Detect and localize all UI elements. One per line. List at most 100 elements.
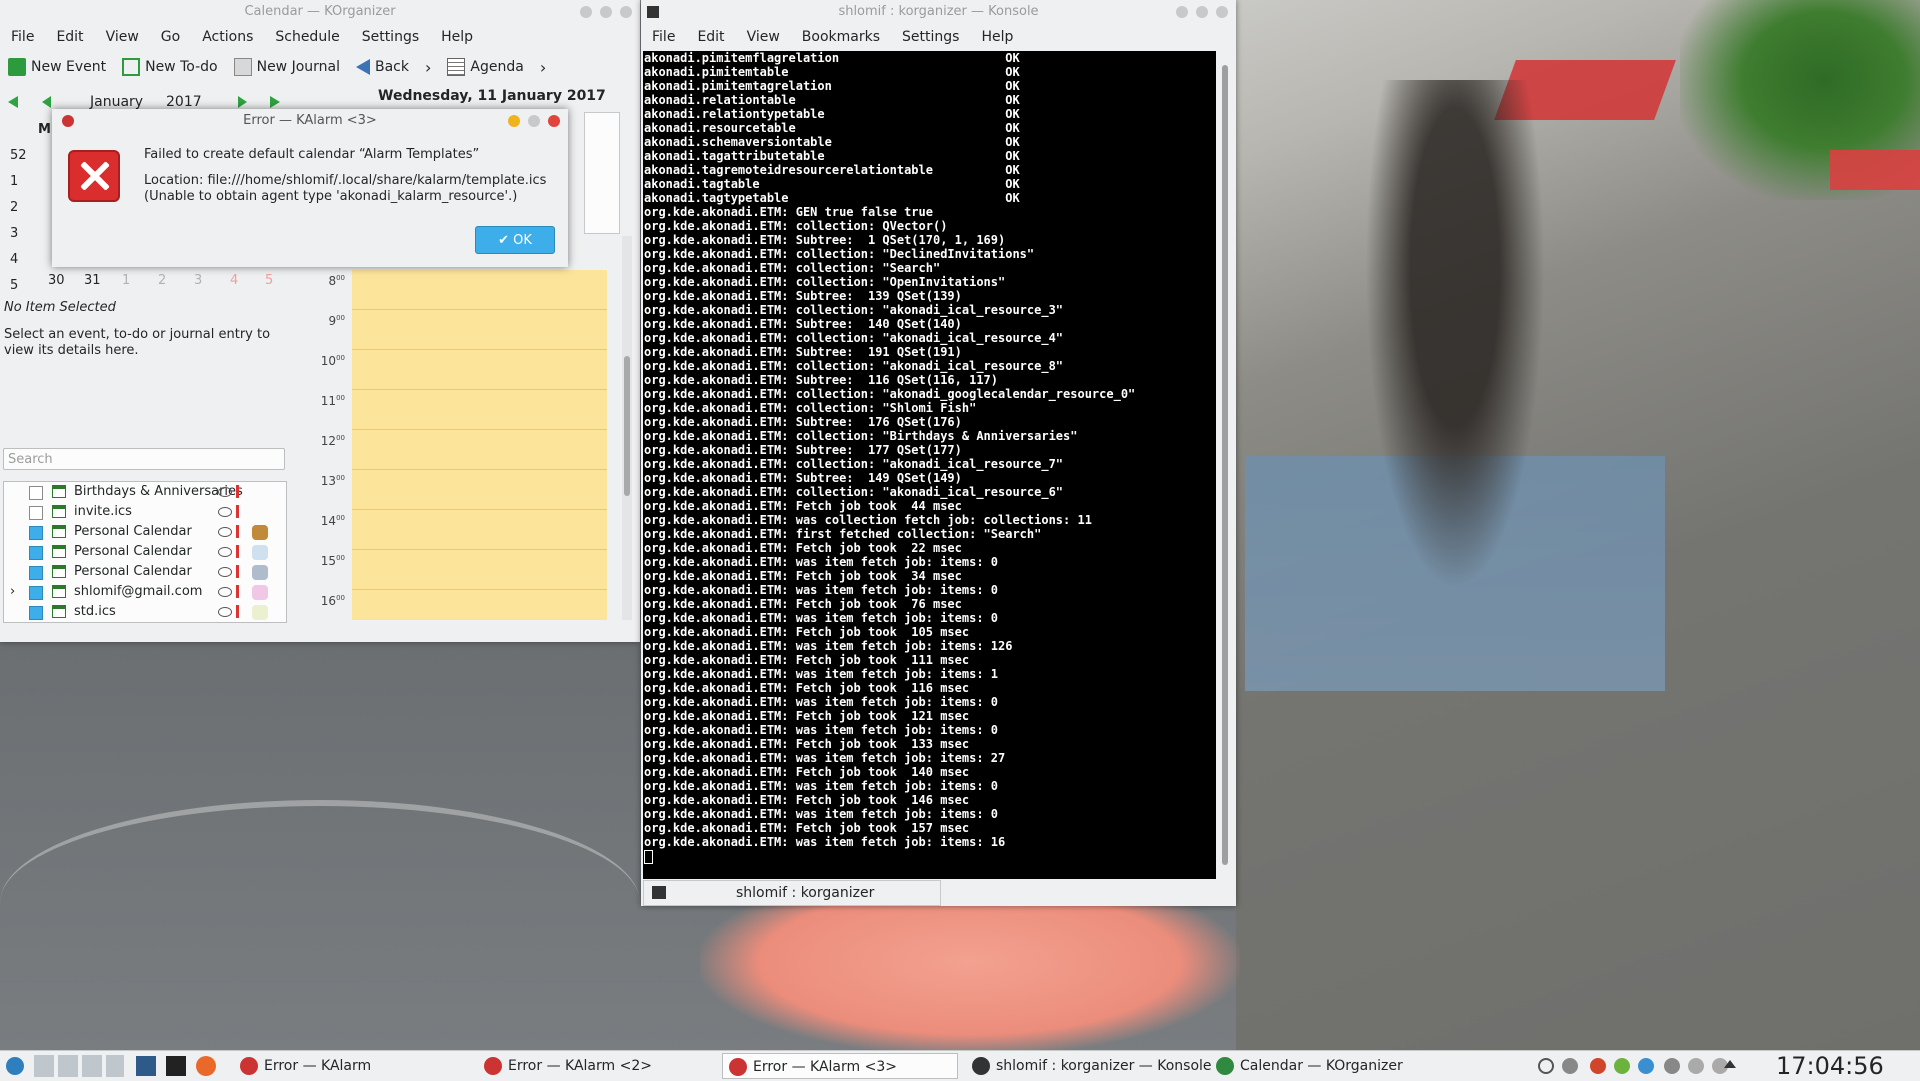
maximize-icon[interactable] xyxy=(1196,6,1208,18)
scrollbar-thumb[interactable] xyxy=(624,356,630,496)
calendar-color-swatch[interactable] xyxy=(252,525,268,540)
menu-item[interactable]: Go xyxy=(150,29,191,45)
scrollbar-thumb[interactable] xyxy=(1222,65,1228,865)
alarm-icon[interactable] xyxy=(236,585,239,598)
media-player-icon[interactable] xyxy=(1538,1058,1554,1074)
minimize-icon[interactable] xyxy=(1176,6,1188,18)
menu-item[interactable]: Edit xyxy=(45,29,94,45)
day-cell[interactable]: 2 xyxy=(158,273,166,288)
prev-year-icon[interactable] xyxy=(8,96,18,108)
alarm-icon[interactable] xyxy=(236,505,239,518)
calendar-checkbox[interactable] xyxy=(29,526,43,540)
menu-item[interactable]: Bookmarks xyxy=(791,29,891,45)
next-year-icon[interactable] xyxy=(270,96,280,108)
eye-icon[interactable] xyxy=(218,547,232,557)
next-month-icon[interactable] xyxy=(238,96,247,108)
day-cell[interactable]: 4 xyxy=(230,273,238,288)
new-event-button[interactable]: New Event xyxy=(0,52,114,82)
konsole-launcher-icon[interactable] xyxy=(166,1056,186,1076)
konsole-tab[interactable]: shlomif : korganizer xyxy=(643,880,941,906)
week-number[interactable]: 3 xyxy=(10,226,18,241)
calendar-search-input[interactable]: Search xyxy=(3,448,285,470)
calendar-list-item[interactable]: Personal Calendar xyxy=(4,522,286,542)
menu-item[interactable]: Actions xyxy=(191,29,264,45)
eye-icon[interactable] xyxy=(218,607,232,617)
terminal-output[interactable]: akonadi.pimitemflagrelation OK akonadi.pi… xyxy=(643,51,1216,879)
agenda-time-slots[interactable] xyxy=(352,270,607,620)
week-number[interactable]: 1 xyxy=(10,174,18,189)
calendar-checkbox[interactable] xyxy=(29,586,43,600)
alarm-icon[interactable] xyxy=(236,545,239,558)
expand-icon[interactable]: › xyxy=(10,582,15,602)
forward-button[interactable]: › xyxy=(417,52,439,82)
network-icon[interactable] xyxy=(1590,1058,1606,1074)
close-icon[interactable] xyxy=(1216,6,1228,18)
year-label[interactable]: 2017 xyxy=(166,94,202,110)
calendar-checkbox[interactable] xyxy=(29,606,43,620)
calendar-color-swatch[interactable] xyxy=(252,545,268,560)
menu-item[interactable]: Schedule xyxy=(264,29,350,45)
minimize-icon[interactable] xyxy=(580,6,592,18)
toolbar-overflow-button[interactable]: › xyxy=(532,52,554,82)
prev-month-icon[interactable] xyxy=(42,96,51,108)
calendar-list-item[interactable]: › shlomif@gmail.com xyxy=(4,582,286,602)
calendar-checkbox[interactable] xyxy=(29,486,43,500)
eye-icon[interactable] xyxy=(218,567,232,577)
taskbar-task[interactable]: Error — KAlarm <2> xyxy=(478,1053,728,1079)
week-number[interactable]: 2 xyxy=(10,200,18,215)
alarm-icon[interactable] xyxy=(236,565,239,578)
agenda-scrollbar[interactable] xyxy=(622,236,632,620)
minimize-icon[interactable] xyxy=(508,115,520,127)
tray-expand-icon[interactable] xyxy=(1724,1060,1736,1068)
menu-item[interactable]: View xyxy=(95,29,150,45)
calendar-checkbox[interactable] xyxy=(29,546,43,560)
menu-item[interactable]: Settings xyxy=(891,29,970,45)
week-number[interactable]: 5 xyxy=(10,278,18,293)
calendar-color-swatch[interactable] xyxy=(252,565,268,580)
alarm-icon[interactable] xyxy=(236,605,239,618)
taskbar-task[interactable]: Error — KAlarm <3> xyxy=(722,1053,958,1079)
terminal-scrollbar[interactable] xyxy=(1218,51,1232,879)
new-journal-button[interactable]: New Journal xyxy=(226,52,348,82)
menu-item[interactable]: Edit xyxy=(686,29,735,45)
taskbar-task[interactable]: Calendar — KOrganizer xyxy=(1210,1053,1460,1079)
clipboard-icon[interactable] xyxy=(1664,1058,1680,1074)
calendar-list-item[interactable]: Personal Calendar xyxy=(4,542,286,562)
close-icon[interactable] xyxy=(620,6,632,18)
menu-item[interactable]: Settings xyxy=(351,29,430,45)
kdeconnect-icon[interactable] xyxy=(1638,1058,1654,1074)
calendar-color-swatch[interactable] xyxy=(252,605,268,620)
maximize-icon[interactable] xyxy=(600,6,612,18)
agenda-button[interactable]: Agenda xyxy=(439,52,531,82)
notifications-icon[interactable] xyxy=(1688,1058,1704,1074)
calendar-checkbox[interactable] xyxy=(29,566,43,580)
menu-item[interactable]: File xyxy=(641,29,686,45)
calendar-list-item[interactable]: Birthdays & Anniversaries xyxy=(4,482,286,502)
menu-item[interactable]: Help xyxy=(970,29,1024,45)
firefox-icon[interactable] xyxy=(196,1056,216,1076)
korganizer-titlebar[interactable]: Calendar — KOrganizer xyxy=(0,0,640,24)
day-cell[interactable]: 1 xyxy=(122,273,130,288)
ok-button[interactable]: ✔ OK xyxy=(475,226,555,254)
menu-item[interactable]: File xyxy=(0,29,45,45)
app-launcher-icon[interactable] xyxy=(6,1057,24,1075)
month-label[interactable]: January xyxy=(90,94,143,110)
eye-icon[interactable] xyxy=(218,487,232,497)
eye-icon[interactable] xyxy=(218,587,232,597)
calendar-color-swatch[interactable] xyxy=(252,585,268,600)
show-desktop-icon[interactable] xyxy=(136,1056,156,1076)
alarm-icon[interactable] xyxy=(236,485,239,498)
day-cell[interactable]: 30 xyxy=(48,273,65,288)
dialog-titlebar[interactable]: Error — KAlarm <3> xyxy=(52,109,568,133)
taskbar-task[interactable]: Error — KAlarm xyxy=(234,1053,484,1079)
eye-icon[interactable] xyxy=(218,507,232,517)
clock[interactable]: 17:04:56 xyxy=(1776,1051,1884,1081)
calendar-list-item[interactable]: std.ics xyxy=(4,602,286,622)
calendar-checkbox[interactable] xyxy=(29,506,43,520)
week-number[interactable]: 52 xyxy=(10,148,27,163)
calendar-list-item[interactable]: invite.ics xyxy=(4,502,286,522)
alarm-icon[interactable] xyxy=(236,525,239,538)
konsole-titlebar[interactable]: shlomif : korganizer — Konsole xyxy=(641,0,1236,24)
back-button[interactable]: Back xyxy=(348,52,417,82)
volume-icon[interactable] xyxy=(1562,1058,1578,1074)
